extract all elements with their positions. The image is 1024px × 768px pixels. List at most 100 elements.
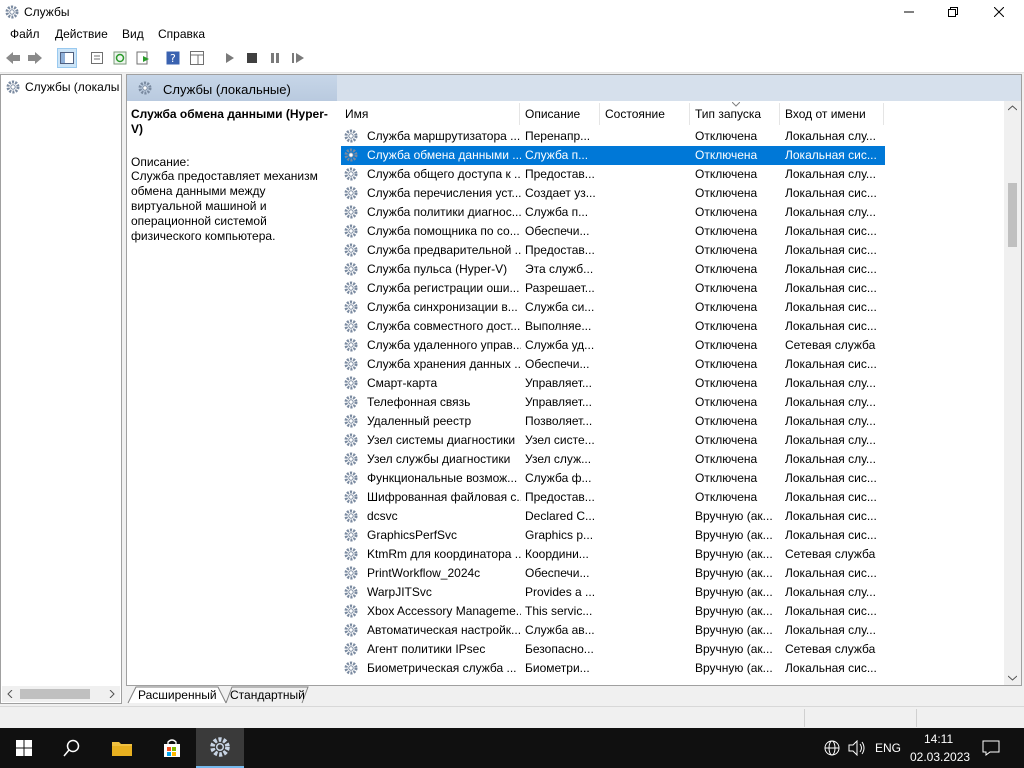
service-gear-icon (344, 661, 358, 675)
refresh-button[interactable] (111, 49, 129, 67)
store-bag-icon (164, 739, 180, 757)
service-startup-type: Отключена (695, 300, 758, 314)
service-gear-icon (344, 604, 358, 618)
restart-service-button[interactable] (289, 49, 307, 67)
service-row[interactable]: WarpJITSvc Provides a ... Вручную (ак... Ло… (341, 583, 885, 602)
service-row[interactable]: GraphicsPerfSvc Graphics p... Вручную (ак.… (341, 526, 885, 545)
clock-time[interactable]: 14:11 (924, 732, 953, 746)
service-row[interactable]: Служба хранения данных ... Обеспечи... Отк… (341, 355, 885, 374)
network-globe-icon[interactable] (824, 740, 840, 756)
windows-logo-icon (16, 740, 32, 756)
service-row[interactable]: Xbox Accessory Manageme... This servic...… (341, 602, 885, 621)
service-row[interactable]: PrintWorkflow_2024c Обеспечи... Вручную (а… (341, 564, 885, 583)
service-gear-icon (344, 433, 358, 447)
service-row[interactable]: Служба помощника по со... Обеспечи... Откл… (341, 222, 885, 241)
service-startup-type: Отключена (695, 167, 758, 181)
export-icon (136, 51, 149, 65)
show-action-pane-button[interactable] (188, 49, 206, 67)
search-button[interactable] (48, 728, 96, 768)
service-description: Позволяет... (525, 414, 593, 428)
start-button[interactable] (0, 728, 48, 768)
notifications-icon[interactable] (982, 740, 1000, 756)
service-row[interactable]: Служба удаленного управ... Служба уд... От… (341, 336, 885, 355)
service-row[interactable]: KtmRm для координатора ... Координи... Вру… (341, 545, 885, 564)
tree-scroll-thumb[interactable] (20, 689, 90, 699)
column-header-description[interactable]: Описание (525, 107, 580, 121)
file-explorer-button[interactable] (98, 728, 146, 768)
store-button[interactable] (148, 728, 196, 768)
minimize-button[interactable] (886, 0, 932, 24)
service-row[interactable]: Узел системы диагностики Узел систе... Отк… (341, 431, 885, 450)
service-name: Служба политики диагнос... (367, 205, 521, 219)
service-row[interactable]: Функциональные возмож... Служба ф... Отклю… (341, 469, 885, 488)
column-header-name[interactable]: Имя (345, 107, 368, 121)
service-row[interactable]: dcsvc Declared C... Вручную (ак... Локальна… (341, 507, 885, 526)
service-gear-icon (344, 642, 358, 656)
service-row[interactable]: Шифрованная файловая с... Предостав... Отк… (341, 488, 885, 507)
service-row[interactable]: Узел службы диагностики Узел служ... Отклю… (341, 450, 885, 469)
close-icon (994, 7, 1004, 17)
stop-service-button[interactable] (243, 49, 261, 67)
service-description: Предостав... (525, 243, 595, 257)
service-row[interactable]: Удаленный реестр Позволяет... Отключена Лок… (341, 412, 885, 431)
console-tree: Службы (локалы (0, 74, 122, 704)
service-name: Служба предварительной ... (367, 243, 521, 257)
service-log-on-as: Локальная слу... (785, 623, 876, 637)
service-row[interactable]: Служба предварительной ... Предостав... От… (341, 241, 885, 260)
service-gear-icon (344, 509, 358, 523)
service-row[interactable]: Служба общего доступа к ... Предостав... О… (341, 165, 885, 184)
service-row[interactable]: Телефонная связь Управляет... Отключена Лок… (341, 393, 885, 412)
service-row[interactable]: Служба политики диагнос... Служба п... Отк… (341, 203, 885, 222)
tree-item-services-local[interactable]: Службы (локалы (5, 79, 119, 95)
tab-extended[interactable]: Расширенный (128, 686, 227, 704)
properties-button[interactable] (88, 49, 106, 67)
service-description: Предостав... (525, 490, 595, 504)
language-indicator[interactable]: ENG (875, 741, 901, 755)
column-header-status[interactable]: Состояние (605, 107, 665, 121)
forward-button[interactable] (26, 49, 44, 67)
service-row[interactable]: Служба перечисления уст... Создает уз... О… (341, 184, 885, 203)
action-pane-icon (190, 51, 204, 65)
service-startup-type: Вручную (ак... (695, 604, 773, 618)
menu-view[interactable]: Вид (122, 27, 144, 41)
menu-file[interactable]: Файл (10, 27, 40, 41)
service-row[interactable]: Биометрическая служба ... Биометри... Вруч… (341, 659, 885, 678)
service-startup-type: Вручную (ак... (695, 642, 773, 656)
maximize-button[interactable] (930, 0, 976, 24)
column-header-startup-type[interactable]: Тип запуска (695, 107, 761, 121)
service-row[interactable]: Автоматическая настройк... Служба ав... Вр… (341, 621, 885, 640)
menu-action[interactable]: Действие (55, 27, 108, 41)
close-button[interactable] (976, 0, 1022, 24)
export-list-button[interactable] (134, 49, 152, 67)
list-vertical-scrollbar[interactable] (1004, 101, 1021, 685)
service-description: Обеспечи... (525, 566, 590, 580)
start-service-button[interactable] (220, 49, 238, 67)
service-row[interactable]: Агент политики IPsec Безопасно... Вручную … (341, 640, 885, 659)
back-button[interactable] (4, 49, 22, 67)
tab-standard[interactable]: Стандартный (220, 686, 315, 704)
service-gear-icon (344, 490, 358, 504)
service-row[interactable]: Служба обмена данными ... Служба п... Откл… (341, 146, 885, 165)
services-taskbar-button[interactable] (196, 728, 244, 768)
service-gear-icon (344, 243, 358, 257)
tree-horizontal-scrollbar[interactable] (2, 686, 120, 702)
pause-service-button[interactable] (266, 49, 284, 67)
service-row[interactable]: Служба пульса (Hyper-V) Эта служб... Отклю… (341, 260, 885, 279)
service-description: Служба п... (525, 205, 589, 219)
service-row[interactable]: Служба синхронизации в... Служба си... Отк… (341, 298, 885, 317)
service-row[interactable]: Служба совместного дост... Выполняе... Отк… (341, 317, 885, 336)
service-row[interactable]: Служба регистрации оши... Разрешает... Отк… (341, 279, 885, 298)
list-scroll-thumb[interactable] (1008, 183, 1017, 247)
help-button[interactable]: ? (164, 49, 182, 67)
scroll-up-icon (1008, 105, 1017, 111)
menu-help[interactable]: Справка (158, 27, 205, 41)
show-tree-button[interactable] (57, 48, 77, 68)
service-startup-type: Отключена (695, 490, 758, 504)
service-row[interactable]: Служба маршрутизатора ... Перенапр... Откл… (341, 127, 885, 146)
volume-icon[interactable] (848, 740, 866, 756)
clock-date[interactable]: 02.03.2023 (910, 750, 970, 764)
service-name: Служба перечисления уст... (367, 186, 521, 200)
column-header-log-on-as[interactable]: Вход от имени (785, 107, 866, 121)
service-startup-type: Отключена (695, 224, 758, 238)
service-row[interactable]: Смарт-карта Управляет... Отключена Локальна… (341, 374, 885, 393)
